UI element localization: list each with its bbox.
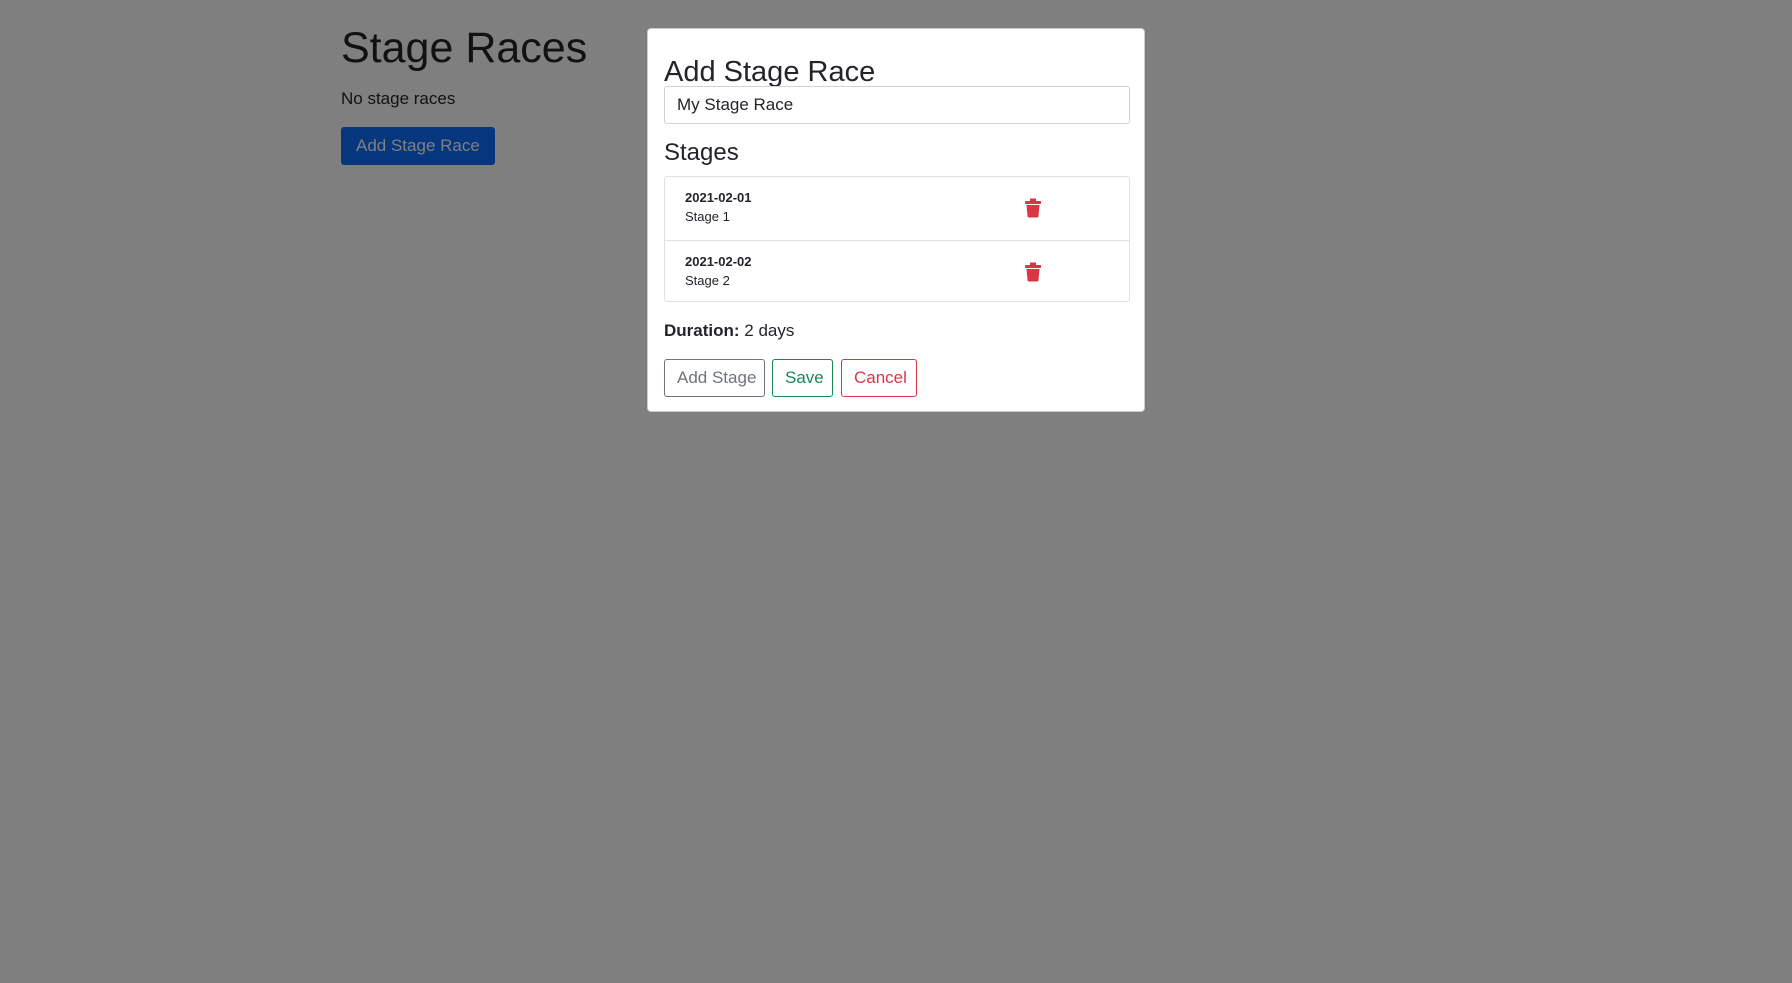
stage-list: 2021-02-01 Stage 1 2021-02-02 Stage 2: [664, 176, 1130, 302]
duration-summary: Duration: 2 days: [664, 320, 794, 342]
modal-title: Add Stage Race: [664, 56, 876, 88]
trash-icon: [1025, 262, 1041, 282]
stage-date: 2021-02-01: [685, 190, 752, 205]
add-stage-button[interactable]: Add Stage: [664, 359, 765, 397]
duration-label: Duration:: [664, 321, 740, 340]
duration-value: 2 days: [744, 321, 795, 340]
stage-name: Stage 2: [685, 273, 730, 288]
stage-date: 2021-02-02: [685, 254, 752, 269]
delete-stage-button[interactable]: [1024, 261, 1044, 283]
delete-stage-button[interactable]: [1024, 197, 1044, 219]
stage-list-item: 2021-02-02 Stage 2: [665, 240, 1129, 303]
stage-race-name-input[interactable]: [664, 86, 1130, 124]
trash-icon: [1025, 198, 1041, 218]
stage-name: Stage 1: [685, 209, 730, 224]
save-button[interactable]: Save: [772, 359, 833, 397]
stage-list-item: 2021-02-01 Stage 1: [665, 177, 1129, 240]
add-stage-race-modal: Add Stage Race Stages 2021-02-01 Stage 1…: [647, 28, 1145, 412]
cancel-button[interactable]: Cancel: [841, 359, 917, 397]
stages-heading: Stages: [664, 139, 739, 166]
